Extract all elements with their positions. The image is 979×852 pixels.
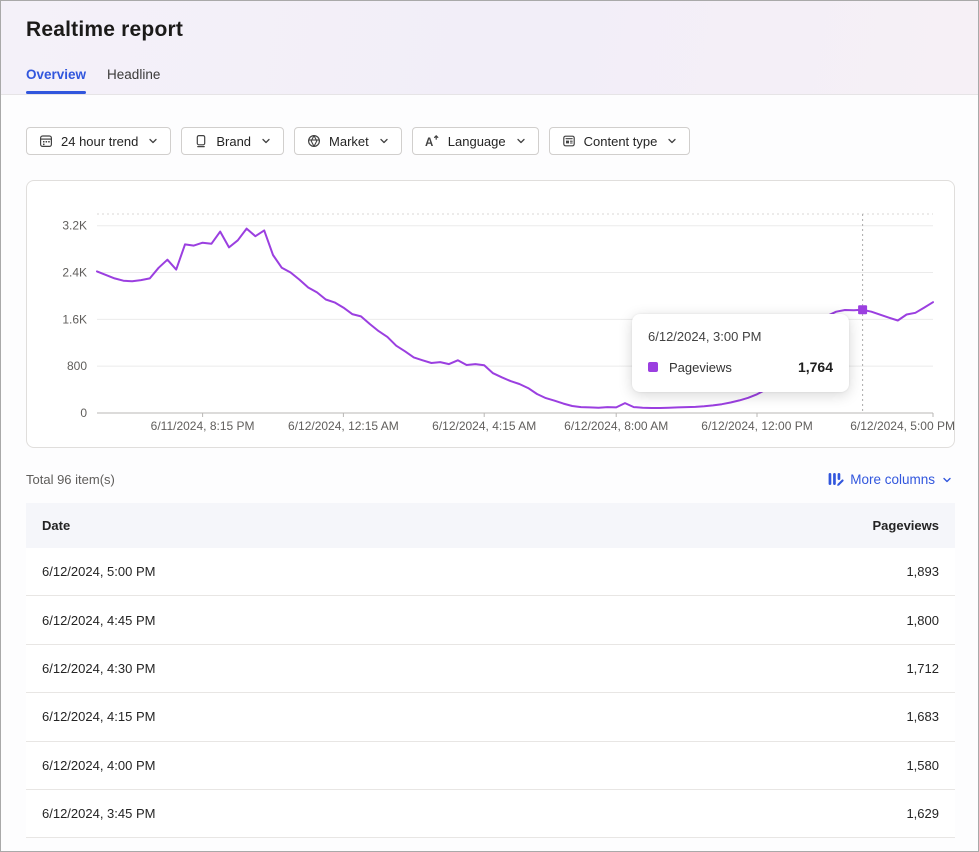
pageviews-chart-card: 0 800 1.6K 2.4K 3.2K 6/11/2024, 8:15 PM 6/12/2… [26,180,955,448]
filter-content-type[interactable]: Content type [549,127,691,155]
content-type-icon [561,133,577,149]
cell-pageviews: 1,683 [755,709,955,724]
filter-market[interactable]: Market [294,127,402,155]
cell-pageviews: 1,712 [755,661,955,676]
table-body: 6/12/2024, 5:00 PM1,8936/12/2024, 4:45 P… [26,548,955,838]
filter-label: 24 hour trend [61,134,138,149]
y-axis-label: 1.6K [62,312,87,326]
tooltip-value: 1,764 [798,359,833,375]
table-row[interactable]: 6/12/2024, 4:30 PM1,712 [26,645,955,693]
x-axis-label: 6/11/2024, 8:15 PM [151,419,255,433]
table-row[interactable]: 6/12/2024, 4:00 PM1,580 [26,742,955,790]
more-columns-button[interactable]: More columns [827,471,953,488]
globe-icon [306,133,322,149]
more-columns-label: More columns [850,472,935,487]
column-edit-icon [827,471,844,488]
cell-pageviews: 1,629 [755,806,955,821]
y-axis-label: 3.2K [62,219,87,233]
cell-pageviews: 1,893 [755,564,955,579]
chevron-down-icon [941,474,953,486]
x-axis-label: 6/12/2024, 8:00 AM [564,419,668,433]
cell-date: 6/12/2024, 4:00 PM [26,758,755,773]
cell-date: 6/12/2024, 4:30 PM [26,661,755,676]
chevron-down-icon [515,135,527,147]
filter-label: Market [329,134,369,149]
tooltip-series-label: Pageviews [669,360,732,375]
x-axis-label: 6/12/2024, 12:15 AM [288,419,399,433]
chevron-down-icon [147,135,159,147]
svg-text:A: A [425,137,433,149]
x-axis-label: 6/12/2024, 4:15 AM [432,419,536,433]
realtime-report-page: Realtime report Overview Headline 24 hou… [0,0,979,852]
filter-label: Content type [584,134,658,149]
page-header: Realtime report Overview Headline [1,1,978,95]
tab-bar: Overview Headline [26,67,160,94]
table-row[interactable]: 6/12/2024, 4:15 PM1,683 [26,693,955,741]
cell-date: 6/12/2024, 4:15 PM [26,709,755,724]
cell-date: 6/12/2024, 3:45 PM [26,806,755,821]
table-row[interactable]: 6/12/2024, 3:45 PM1,629 [26,790,955,838]
table-row[interactable]: 6/12/2024, 5:00 PM1,893 [26,548,955,596]
chevron-down-icon [378,135,390,147]
tab-overview[interactable]: Overview [26,67,86,94]
cell-pageviews: 1,580 [755,758,955,773]
cell-pageviews: 1,800 [755,613,955,628]
tab-headline-label: Headline [107,67,160,82]
calendar-icon [38,133,54,149]
chevron-down-icon [260,135,272,147]
cell-date: 6/12/2024, 5:00 PM [26,564,755,579]
chart-tooltip: 6/12/2024, 3:00 PM Pageviews 1,764 [632,314,849,392]
y-axis-label: 800 [67,359,87,373]
pageviews-table: Date Pageviews 6/12/2024, 5:00 PM1,8936/… [26,503,955,838]
page-title: Realtime report [26,18,183,42]
tab-headline[interactable]: Headline [107,67,160,94]
column-header-date[interactable]: Date [26,518,755,533]
y-axis-label: 2.4K [62,266,87,280]
tooltip-series-row: Pageviews 1,764 [648,359,833,375]
tab-overview-label: Overview [26,67,86,82]
x-axis-label: 6/12/2024, 12:00 PM [701,419,812,433]
table-summary-bar: Total 96 item(s) More columns [26,471,953,488]
filter-label: Brand [216,134,251,149]
x-axis-label: 6/12/2024, 5:00 PM [850,419,955,433]
active-tab-underline [26,91,86,94]
series-swatch-icon [648,362,658,372]
filter-language[interactable]: A Language [412,127,539,155]
table-header-row: Date Pageviews [26,503,955,548]
column-header-pageviews[interactable]: Pageviews [755,518,955,533]
total-items-label: Total 96 item(s) [26,472,115,487]
filter-bar: 24 hour trend Brand Market [26,127,978,155]
filter-label: Language [448,134,506,149]
tooltip-timestamp: 6/12/2024, 3:00 PM [648,329,833,344]
filter-24-hour-trend[interactable]: 24 hour trend [26,127,171,155]
filter-brand[interactable]: Brand [181,127,284,155]
chevron-down-icon [666,135,678,147]
device-icon [193,133,209,149]
cell-date: 6/12/2024, 4:45 PM [26,613,755,628]
table-row[interactable]: 6/12/2024, 4:45 PM1,800 [26,596,955,644]
translate-icon: A [424,133,441,149]
hover-point-marker [858,305,867,314]
y-axis-label: 0 [80,406,87,420]
